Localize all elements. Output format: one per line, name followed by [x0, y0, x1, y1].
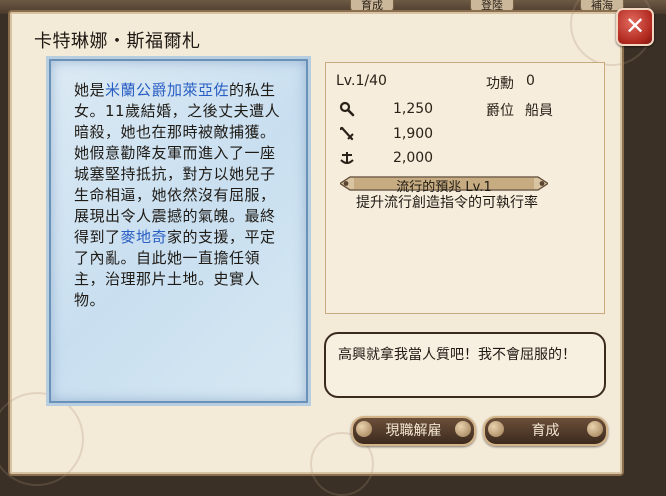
sword-icon: [339, 126, 354, 141]
rank-label: 爵位: [486, 103, 514, 119]
biography-link-milan-duke[interactable]: 米蘭公爵加萊亞佐: [105, 81, 229, 99]
anchor-icon: [340, 152, 354, 164]
button-cap-right: [587, 421, 603, 437]
button-cap-left: [488, 421, 504, 437]
biography-part: 的私生女。11歲結婚，之後丈夫遭人暗殺，她也在那時被敵捕獲。她假意勸降友軍而進入…: [74, 81, 281, 246]
close-button[interactable]: ✕: [616, 8, 654, 46]
biography-part: 她是: [74, 81, 106, 99]
magnifier-icon: [339, 101, 355, 117]
merit-value: 0: [526, 73, 535, 89]
merit-label: 功勳: [486, 76, 514, 92]
button-cap-left: [356, 421, 372, 437]
dismiss-button-label: 現職解雇: [385, 423, 442, 439]
stat-value-combat: 1,900: [393, 126, 434, 142]
quote-text: 高興就拿我當人質吧！我不會屈服的！: [338, 347, 576, 363]
dismiss-button[interactable]: 現職解雇: [351, 416, 476, 446]
skill-title: 流行的預兆 Lv.1: [396, 180, 492, 195]
rank-value: 船員: [525, 103, 553, 119]
train-button-label: 育成: [531, 423, 560, 439]
quote-box: [324, 332, 606, 398]
train-button[interactable]: 育成: [483, 416, 608, 446]
character-name-title: 卡特琳娜・斯福爾札: [34, 31, 201, 52]
button-cap-right: [455, 421, 471, 437]
biography-text: 她是米蘭公爵加萊亞佐的私生女。11歲結婚，之後丈夫遭人暗殺，她也在那時被敵捕獲。…: [74, 80, 286, 311]
stat-value-navigation: 1,250: [393, 101, 434, 117]
stat-value-trade: 2,000: [393, 150, 434, 166]
close-icon: ✕: [624, 12, 646, 40]
level-text: Lv.1/40: [336, 73, 387, 89]
biography-link-medici[interactable]: 麥地奇: [121, 228, 168, 246]
skill-description: 提升流行創造指令的可執行率: [356, 195, 538, 211]
